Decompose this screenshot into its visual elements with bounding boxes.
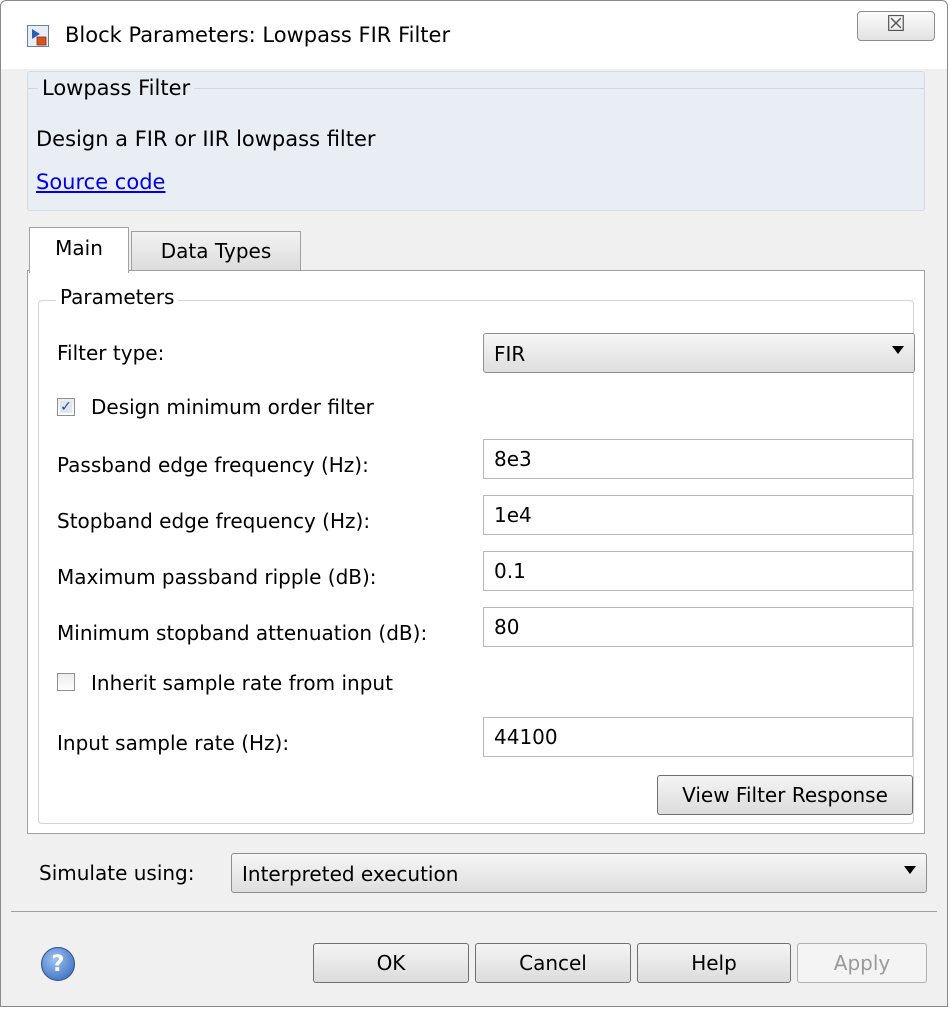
ripple-label: Maximum passband ripple (dB): [57, 565, 377, 589]
parameters-legend: Parameters [56, 285, 179, 309]
tab-data-types[interactable]: Data Types [131, 231, 301, 271]
filter-type-label: Filter type: [57, 341, 165, 365]
help-button[interactable]: Help [637, 943, 791, 983]
ok-button[interactable]: OK [313, 943, 469, 983]
stopband-label: Stopband edge frequency (Hz): [57, 509, 371, 533]
min-order-checkbox[interactable]: ✓ [57, 398, 75, 416]
description-panel: Lowpass Filter Design a FIR or IIR lowpa… [27, 71, 925, 211]
attenuation-input[interactable] [483, 607, 913, 647]
inherit-sample-rate-label: Inherit sample rate from input [91, 671, 393, 695]
checkmark-icon: ✓ [60, 399, 72, 415]
apply-button[interactable]: Apply [797, 943, 927, 983]
stopband-input[interactable] [483, 495, 913, 535]
simulate-using-value: Interpreted execution [242, 862, 459, 886]
filter-type-dropdown[interactable]: FIR [483, 333, 915, 373]
chevron-down-icon [904, 866, 916, 874]
description-legend: Lowpass Filter [38, 76, 195, 100]
description-text: Design a FIR or IIR lowpass filter [36, 127, 376, 151]
cancel-button[interactable]: Cancel [475, 943, 631, 983]
sample-rate-input[interactable] [483, 717, 913, 757]
simulink-block-icon [27, 25, 49, 47]
inherit-sample-rate-checkbox[interactable] [57, 673, 75, 691]
block-parameters-dialog: Block Parameters: Lowpass FIR Filter ☒ L… [0, 0, 948, 1007]
simulate-using-dropdown[interactable]: Interpreted execution [231, 853, 927, 893]
source-code-link[interactable]: Source code [36, 170, 165, 194]
passband-label: Passband edge frequency (Hz): [57, 453, 369, 477]
tab-main[interactable]: Main [29, 227, 129, 273]
min-order-label: Design minimum order filter [91, 395, 374, 419]
view-filter-response-button[interactable]: View Filter Response [657, 775, 913, 815]
title-bar: Block Parameters: Lowpass FIR Filter ☒ [1, 1, 947, 69]
help-icon[interactable]: ? [41, 947, 75, 981]
passband-input[interactable] [483, 439, 913, 479]
filter-type-value: FIR [494, 342, 526, 366]
close-button[interactable]: ☒ [857, 11, 935, 41]
close-icon: ☒ [886, 12, 906, 37]
attenuation-label: Minimum stopband attenuation (dB): [57, 621, 428, 645]
sample-rate-label: Input sample rate (Hz): [57, 731, 290, 755]
footer-separator [11, 911, 937, 912]
chevron-down-icon [892, 346, 904, 354]
simulate-using-label: Simulate using: [39, 861, 195, 885]
ripple-input[interactable] [483, 551, 913, 591]
window-title: Block Parameters: Lowpass FIR Filter [65, 23, 451, 47]
